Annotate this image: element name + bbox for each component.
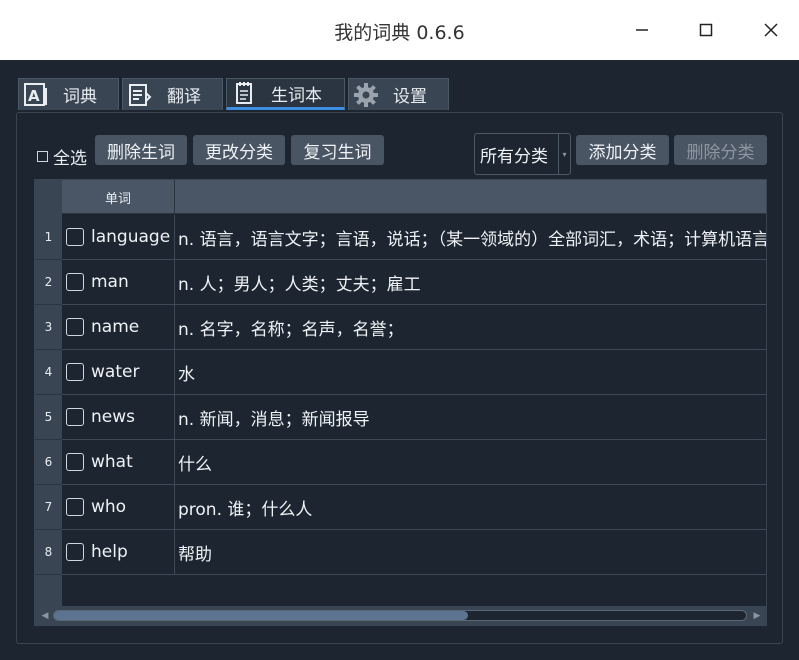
- row-number: 4: [35, 350, 62, 395]
- row-checkbox[interactable]: [66, 363, 84, 381]
- word-cell: water: [62, 350, 175, 394]
- tab-translate-label: 翻译: [167, 87, 201, 107]
- word-cell: name: [62, 305, 175, 349]
- meaning-cell: n. 人；男人；人类；丈夫；雇工: [178, 274, 421, 295]
- meaning-cell: n. 新闻，消息；新闻报导: [178, 409, 370, 430]
- scroll-left-icon[interactable]: ◀: [39, 608, 51, 623]
- tab-bar: A 词典 翻译 生词本 设置: [18, 78, 449, 110]
- horizontal-scrollbar[interactable]: ◀ ▶: [35, 606, 766, 625]
- word-text: who: [91, 497, 127, 517]
- meaning-cell: 帮助: [178, 544, 212, 565]
- tab-settings[interactable]: 设置: [348, 78, 449, 110]
- table-row[interactable]: water 水: [62, 350, 766, 395]
- meaning-cell: 水: [178, 364, 195, 385]
- row-checkbox[interactable]: [66, 318, 84, 336]
- row-number: 7: [35, 485, 62, 530]
- row-checkbox[interactable]: [66, 453, 84, 471]
- word-cell: man: [62, 260, 175, 304]
- chevron-down-icon[interactable]: ▾: [558, 134, 570, 174]
- word-cell: news: [62, 395, 175, 439]
- category-select[interactable]: 所有分类 ▾: [474, 133, 571, 175]
- select-all-checkbox[interactable]: 全选: [37, 144, 87, 169]
- word-cell: language: [62, 215, 175, 259]
- word-cell: what: [62, 440, 175, 484]
- close-icon: [764, 23, 778, 37]
- meaning-cell: pron. 谁；什么人: [178, 499, 313, 520]
- row-number: 8: [35, 530, 62, 575]
- row-number: 5: [35, 395, 62, 440]
- window-title: 我的词典 0.6.6: [334, 22, 465, 44]
- maximize-button[interactable]: [686, 14, 726, 46]
- row-number: 6: [35, 440, 62, 485]
- tab-notebook[interactable]: 生词本: [226, 78, 345, 110]
- row-number: 3: [35, 305, 62, 350]
- row-number: 2: [35, 260, 62, 305]
- table-row[interactable]: help 帮助: [62, 530, 766, 575]
- app-window: A 词典 翻译 生词本 设置 全选 删除生词 更改分类 复习生词 所有分类 ▾ …: [0, 60, 799, 660]
- table-row[interactable]: who pron. 谁；什么人: [62, 485, 766, 530]
- word-text: language: [91, 227, 171, 247]
- gear-icon: [353, 82, 379, 108]
- scroll-right-icon[interactable]: ▶: [751, 608, 763, 623]
- delete-category-button[interactable]: 删除分类: [674, 135, 767, 165]
- word-text: water: [91, 362, 140, 382]
- add-category-button[interactable]: 添加分类: [576, 135, 669, 165]
- close-button[interactable]: [751, 14, 791, 46]
- change-category-button[interactable]: 更改分类: [193, 135, 285, 165]
- select-all-label: 全选: [53, 149, 87, 169]
- maximize-icon: [699, 23, 713, 37]
- word-text: what: [91, 452, 133, 472]
- dictionary-icon: A: [23, 82, 49, 108]
- review-words-button[interactable]: 复习生词: [291, 135, 384, 165]
- tab-notebook-label: 生词本: [271, 85, 322, 106]
- minimize-icon: [636, 29, 648, 31]
- word-text: news: [91, 407, 135, 427]
- row-checkbox[interactable]: [66, 543, 84, 561]
- category-select-value: 所有分类: [480, 146, 548, 167]
- word-cell: who: [62, 485, 175, 529]
- word-text: man: [91, 272, 129, 292]
- row-checkbox[interactable]: [66, 273, 84, 291]
- meaning-cell: n. 名字，名称；名声，名誉；: [178, 319, 404, 340]
- checkbox-box[interactable]: [37, 151, 48, 162]
- notebook-panel: 全选 删除生词 更改分类 复习生词 所有分类 ▾ 添加分类 删除分类 单词 1 …: [16, 112, 783, 644]
- word-text: name: [91, 317, 140, 337]
- title-bar: 我的词典 0.6.6: [0, 0, 799, 60]
- tab-settings-label: 设置: [393, 87, 427, 107]
- tab-translate[interactable]: 翻译: [122, 78, 223, 110]
- word-text: help: [91, 542, 128, 562]
- row-checkbox[interactable]: [66, 228, 84, 246]
- row-number: 1: [35, 215, 62, 260]
- table-row[interactable]: what 什么: [62, 440, 766, 485]
- delete-word-button[interactable]: 删除生词: [95, 135, 187, 165]
- table-header: 单词: [62, 180, 766, 214]
- tab-dictionary[interactable]: A 词典: [18, 78, 119, 110]
- notebook-icon: [231, 80, 257, 106]
- meaning-cell: 什么: [178, 454, 212, 475]
- tab-dictionary-label: 词典: [63, 87, 97, 107]
- table-row[interactable]: language n. 语言，语言文字；言语，说话；（某一领域的）全部词汇，术语…: [62, 215, 767, 260]
- minimize-button[interactable]: [622, 14, 662, 46]
- table-row[interactable]: name n. 名字，名称；名声，名誉；: [62, 305, 766, 350]
- scroll-thumb[interactable]: [54, 611, 468, 620]
- column-header-word[interactable]: 单词: [62, 180, 175, 214]
- table-row[interactable]: news n. 新闻，消息；新闻报导: [62, 395, 766, 440]
- meaning-cell: n. 语言，语言文字；言语，说话；（某一领域的）全部词汇，术语；计算机语言: [178, 229, 767, 250]
- translate-icon: [127, 82, 153, 108]
- svg-text:A: A: [28, 87, 40, 105]
- word-table: 单词 1 language n. 语言，语言文字；言语，说话；（某一领域的）全部…: [34, 179, 767, 626]
- word-cell: help: [62, 530, 175, 574]
- row-checkbox[interactable]: [66, 498, 84, 516]
- table-row[interactable]: man n. 人；男人；人类；丈夫；雇工: [62, 260, 766, 305]
- row-checkbox[interactable]: [66, 408, 84, 426]
